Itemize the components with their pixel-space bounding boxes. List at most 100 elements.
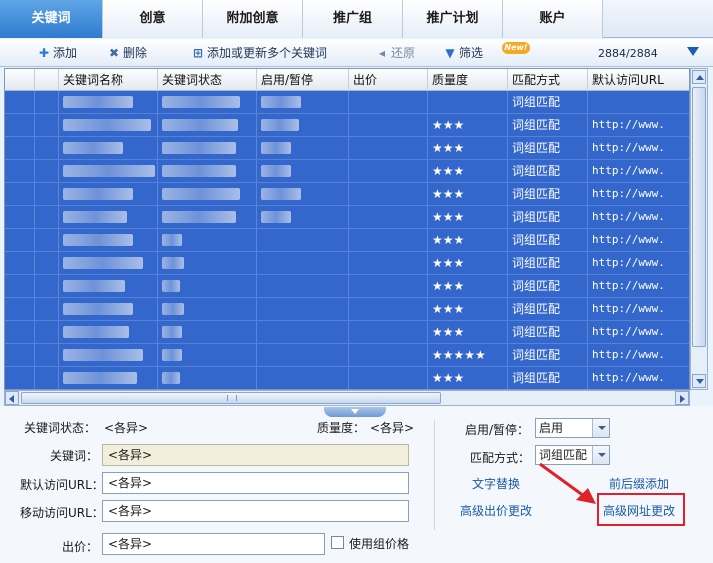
table-row[interactable]: ★★★★★ 词组匹配 http://www. bbox=[5, 344, 689, 367]
enable-cell bbox=[257, 91, 349, 113]
quality-cell: ★★★ bbox=[428, 252, 508, 274]
column-header-quality[interactable]: 质量度 bbox=[428, 69, 508, 91]
url-cell bbox=[588, 91, 689, 113]
enable-cell bbox=[257, 275, 349, 297]
redacted-text bbox=[162, 372, 180, 384]
redacted-text bbox=[63, 372, 137, 384]
keyword-cell bbox=[59, 183, 158, 205]
column-header-enable[interactable]: 启用/暂停 bbox=[257, 69, 349, 91]
collapse-panel-icon[interactable] bbox=[324, 407, 386, 417]
row-check-cell bbox=[5, 137, 35, 159]
status-cell bbox=[158, 252, 257, 274]
prefix-suffix-add-link[interactable]: 前后缀添加 bbox=[609, 475, 669, 492]
text-replace-link[interactable]: 文字替换 bbox=[472, 475, 520, 492]
tab-extra-creative[interactable]: 附加创意 bbox=[203, 0, 303, 38]
row-marker-cell bbox=[35, 160, 59, 182]
table-row[interactable]: ★★★ 词组匹配 http://www. bbox=[5, 229, 689, 252]
redacted-text bbox=[63, 349, 143, 361]
add-update-many-button[interactable]: ⊞ 添加或更新多个关键词 bbox=[192, 45, 327, 61]
column-header-url[interactable]: 默认访问URL bbox=[588, 69, 689, 91]
url-cell: http://www. bbox=[588, 275, 689, 297]
quality-cell: ★★★★★ bbox=[428, 344, 508, 366]
redacted-text bbox=[162, 142, 236, 154]
bid-cell bbox=[349, 252, 428, 274]
add-button[interactable]: ✚ 添加 bbox=[38, 45, 77, 61]
tab-account[interactable]: 账户 bbox=[503, 0, 603, 38]
table-row[interactable]: ★★★ 词组匹配 http://www. bbox=[5, 367, 689, 389]
vertical-scroll-thumb[interactable] bbox=[692, 87, 706, 347]
restore-button[interactable]: ◂ 还原 bbox=[376, 45, 415, 61]
table-row[interactable]: ★★★ 词组匹配 http://www. bbox=[5, 298, 689, 321]
table-row[interactable]: ★★★ 词组匹配 http://www. bbox=[5, 206, 689, 229]
scroll-up-icon[interactable] bbox=[692, 70, 706, 84]
red-arrow-icon bbox=[539, 462, 596, 504]
tab-campaign[interactable]: 推广计划 bbox=[403, 0, 503, 38]
bid-field[interactable]: <各异> bbox=[102, 533, 325, 555]
scroll-right-icon[interactable] bbox=[675, 391, 689, 405]
filter-button[interactable]: ▼ 筛选 bbox=[444, 45, 483, 61]
url-cell: http://www. bbox=[588, 344, 689, 366]
table-row[interactable]: ★★★ 词组匹配 http://www. bbox=[5, 252, 689, 275]
row-check-cell bbox=[5, 114, 35, 136]
scroll-left-icon[interactable] bbox=[5, 391, 19, 405]
redacted-text bbox=[162, 188, 240, 200]
table-row[interactable]: 词组匹配 bbox=[5, 91, 689, 114]
keyword-cell bbox=[59, 321, 158, 343]
redacted-text bbox=[162, 165, 236, 177]
bid-cell bbox=[349, 206, 428, 228]
url-cell: http://www. bbox=[588, 321, 689, 343]
restore-icon: ◂ bbox=[378, 46, 386, 60]
mobile-url-field[interactable]: <各异> bbox=[102, 500, 409, 522]
tab-ad-group[interactable]: 推广组 bbox=[303, 0, 403, 38]
horizontal-scroll-thumb[interactable] bbox=[21, 392, 441, 404]
delete-button[interactable]: ✖ 删除 bbox=[108, 45, 147, 61]
enable-cell bbox=[257, 183, 349, 205]
status-cell bbox=[158, 183, 257, 205]
dropdown-menu-icon[interactable] bbox=[687, 47, 699, 56]
status-cell bbox=[158, 206, 257, 228]
enable-cell bbox=[257, 229, 349, 251]
tab-keywords[interactable]: 关键词 bbox=[0, 0, 103, 38]
match-cell: 词组匹配 bbox=[508, 275, 588, 297]
grip-icon bbox=[227, 395, 237, 401]
enable-select[interactable]: 启用 bbox=[535, 418, 610, 438]
tab-creative[interactable]: 创意 bbox=[103, 0, 203, 38]
table-row[interactable]: ★★★ 词组匹配 http://www. bbox=[5, 183, 689, 206]
match-cell: 词组匹配 bbox=[508, 183, 588, 205]
advanced-bid-change-link[interactable]: 高级出价更改 bbox=[460, 502, 532, 519]
row-marker-cell bbox=[35, 275, 59, 297]
url-cell: http://www. bbox=[588, 298, 689, 320]
enable-cell bbox=[257, 321, 349, 343]
keyword-field[interactable]: <各异> bbox=[102, 444, 409, 466]
chevron-down-icon[interactable] bbox=[592, 419, 609, 437]
table-row[interactable]: ★★★ 词组匹配 http://www. bbox=[5, 160, 689, 183]
column-header-bid[interactable]: 出价 bbox=[349, 69, 428, 91]
column-header-check[interactable] bbox=[5, 69, 35, 91]
default-url-field[interactable]: <各异> bbox=[102, 472, 409, 494]
use-group-price-checkbox[interactable] bbox=[331, 536, 344, 549]
table-row[interactable]: ★★★ 词组匹配 http://www. bbox=[5, 321, 689, 344]
enable-cell bbox=[257, 160, 349, 182]
bid-cell bbox=[349, 275, 428, 297]
table-row[interactable]: ★★★ 词组匹配 http://www. bbox=[5, 114, 689, 137]
quality-cell: ★★★ bbox=[428, 206, 508, 228]
keyword-cell bbox=[59, 229, 158, 251]
column-header-keyword[interactable]: 关键词名称 bbox=[59, 69, 158, 91]
url-cell: http://www. bbox=[588, 229, 689, 251]
use-group-price-label: 使用组价格 bbox=[349, 537, 410, 551]
column-header-marker[interactable] bbox=[35, 69, 59, 91]
column-header-match[interactable]: 匹配方式 bbox=[508, 69, 588, 91]
horizontal-scrollbar[interactable] bbox=[4, 390, 690, 406]
toolbar: ✚ 添加 ✖ 删除 ⊞ 添加或更新多个关键词 ◂ 还原 ▼ 筛选 New! 2884/28… bbox=[0, 39, 713, 67]
table-header: 关键词名称 关键词状态 启用/暂停 出价 质量度 匹配方式 默认访问URL bbox=[5, 69, 689, 91]
row-check-cell bbox=[5, 252, 35, 274]
table-row[interactable]: ★★★ 词组匹配 http://www. bbox=[5, 137, 689, 160]
table-row[interactable]: ★★★ 词组匹配 http://www. bbox=[5, 275, 689, 298]
match-cell: 词组匹配 bbox=[508, 206, 588, 228]
quality-value: <各异> bbox=[370, 421, 415, 435]
vertical-scrollbar[interactable] bbox=[690, 68, 708, 390]
column-header-status[interactable]: 关键词状态 bbox=[158, 69, 257, 91]
scroll-down-icon[interactable] bbox=[692, 374, 706, 388]
match-label: 匹配方式： bbox=[470, 451, 531, 465]
row-check-cell bbox=[5, 229, 35, 251]
